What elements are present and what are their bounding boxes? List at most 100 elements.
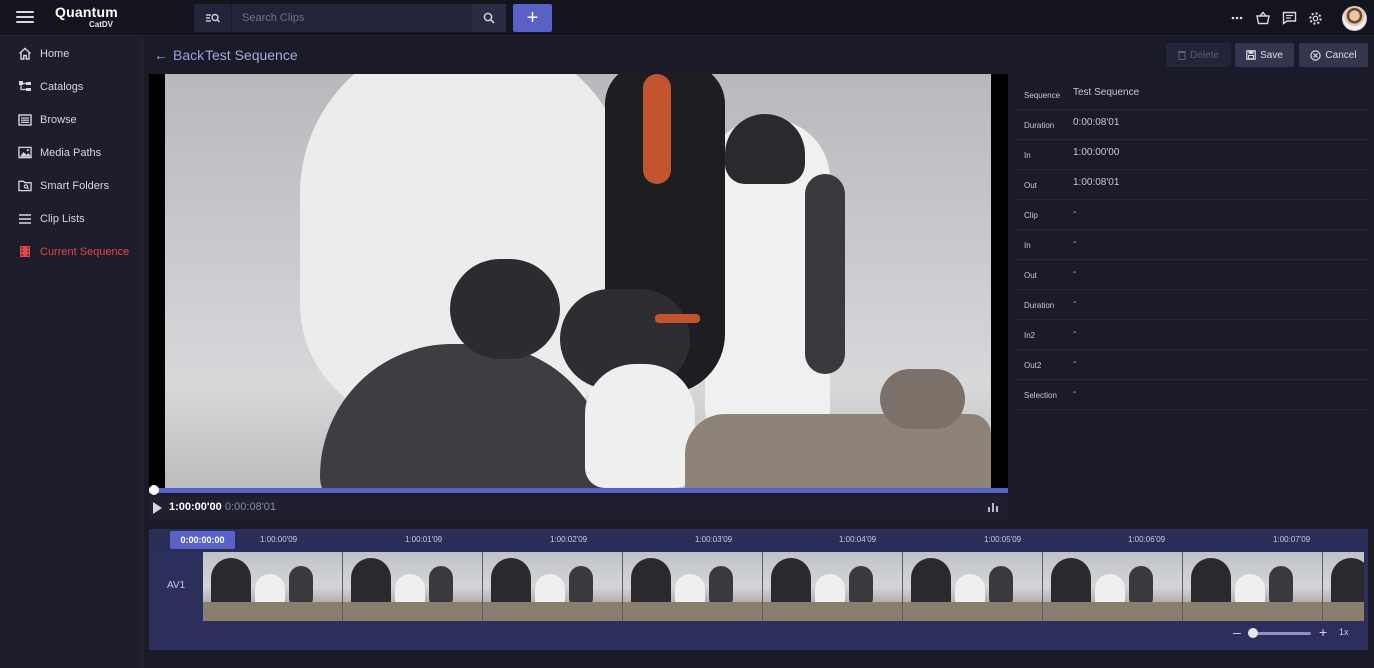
meta-key: Out [1024,181,1037,190]
more-icon[interactable] [1228,9,1246,27]
clip-thumbnail[interactable] [483,552,623,621]
menu-icon[interactable] [16,10,34,24]
clip-thumbnail[interactable] [203,552,343,621]
zoom-level: 1x [1339,627,1349,637]
clip-thumbnail[interactable] [623,552,763,621]
clip-thumbnail[interactable] [1183,552,1323,621]
video-track-av1[interactable] [203,552,1364,621]
current-timecode: 1:00:00'00 [169,501,222,513]
top-bar: Quantum CatDV + [0,0,1374,36]
meta-key: Selection [1024,391,1057,400]
timeline[interactable]: 0:00:00:00 1:00:00'09 1:00:01'09 1:00:02… [149,529,1368,650]
sidebar-item-label: Smart Folders [40,179,110,192]
delete-button[interactable]: Delete [1166,43,1231,67]
smart-folders-icon [18,179,32,193]
scrub-bar[interactable] [149,488,1008,493]
catalogs-icon [18,80,32,94]
top-actions [1228,8,1324,28]
basket-icon[interactable] [1254,9,1272,27]
timeline-ruler[interactable]: 0:00:00:00 1:00:00'09 1:00:01'09 1:00:02… [149,529,1368,551]
sidebar-item-label: Browse [40,113,77,126]
ruler-tick-label: 1:00:05'09 [984,535,1022,544]
sidebar-item-home[interactable]: Home [0,37,143,70]
meta-row-selection: Selection - [1016,380,1368,410]
meta-value: 0:00:08'01 [1073,117,1120,128]
meta-value: - [1073,237,1077,248]
ruler-tick-label: 1:00:04'09 [839,535,877,544]
sidebar-item-label: Clip Lists [40,212,85,225]
media-paths-icon [18,146,32,160]
sidebar-item-media-paths[interactable]: Media Paths [0,136,143,169]
meta-row-out: Out 1:00:08'01 [1016,170,1368,200]
sidebar-item-clip-lists[interactable]: Clip Lists [0,202,143,235]
player-controls: 1:00:00'00 0:00:08'01 [149,496,1008,520]
meta-key: Clip [1024,211,1038,220]
clip-thumbnail[interactable] [903,552,1043,621]
cancel-label: Cancel [1325,49,1357,61]
meta-value[interactable]: Test Sequence [1073,87,1139,98]
sidebar-item-catalogs[interactable]: Catalogs [0,70,143,103]
clip-lists-icon [18,212,32,226]
video-frame [165,74,991,488]
clip-thumbnail[interactable] [1043,552,1183,621]
back-button[interactable]: ← Back [154,46,204,64]
clip-thumbnail[interactable] [1323,552,1364,621]
clip-thumbnail[interactable] [343,552,483,621]
sidebar: Home Catalogs Browse Media Paths Smart F… [0,37,143,668]
search-filter-button[interactable] [194,4,232,32]
meta-value: - [1073,327,1077,338]
ruler-tick-label: 1:00:00'09 [260,535,298,544]
meta-key: Duration [1024,121,1055,130]
sidebar-item-current-sequence[interactable]: Current Sequence [0,235,143,268]
zoom-in-icon[interactable]: + [1319,625,1327,639]
home-icon [18,47,32,61]
meta-key: Sequence [1024,91,1061,100]
playhead-handle[interactable] [149,485,159,495]
ruler-tick-label: 1:00:07'09 [1273,535,1311,544]
meta-row-sequence: Sequence Test Sequence [1016,80,1368,110]
meta-row-clip-out: Out - [1016,260,1368,290]
add-button[interactable]: + [513,4,552,32]
meta-key: Duration [1024,301,1055,310]
search-button[interactable] [472,4,506,32]
messages-icon[interactable] [1280,9,1298,27]
save-label: Save [1260,49,1283,61]
meta-value: 1:00:08'01 [1073,177,1120,188]
delete-label: Delete [1190,49,1219,61]
ruler-tick-label: 1:00:03'09 [695,535,733,544]
meta-value: - [1073,207,1077,218]
meta-row-clip-duration: Duration - [1016,290,1368,320]
save-icon [1246,50,1256,60]
back-label: Back [173,47,205,63]
sidebar-item-browse[interactable]: Browse [0,103,143,136]
search-input[interactable] [234,4,466,32]
zoom-out-icon[interactable]: – [1233,625,1241,639]
zoom-slider-handle[interactable] [1248,628,1258,638]
meta-value: - [1073,357,1077,368]
arrow-left-icon: ← [154,47,168,63]
logo-sub: CatDV [89,20,114,29]
meta-row-clip-in: In - [1016,230,1368,260]
meta-row-in2: In2 - [1016,320,1368,350]
sidebar-item-smart-folders[interactable]: Smart Folders [0,169,143,202]
video-player[interactable] [149,74,1008,488]
duration-timecode: 0:00:08'01 [225,501,277,513]
meta-value: - [1073,267,1077,278]
meta-value: - [1073,387,1077,398]
clip-thumbnail[interactable] [763,552,903,621]
zoom-slider[interactable] [1249,632,1311,635]
gear-icon[interactable] [1306,9,1324,27]
cancel-button[interactable]: Cancel [1299,43,1368,67]
save-button[interactable]: Save [1235,43,1294,67]
browse-icon [18,113,32,127]
search-bar [194,4,506,32]
avatar[interactable] [1342,6,1367,31]
sidebar-item-label: Media Paths [40,146,102,159]
meta-value: 1:00:00'00 [1073,147,1120,158]
app-logo[interactable]: Quantum CatDV [55,5,127,31]
ruler-tick-label: 1:00:06'09 [1128,535,1166,544]
play-icon[interactable] [153,502,162,514]
meta-key: In2 [1024,331,1036,340]
audio-levels-icon[interactable] [987,501,999,513]
meta-row-duration: Duration 0:00:08'01 [1016,110,1368,140]
